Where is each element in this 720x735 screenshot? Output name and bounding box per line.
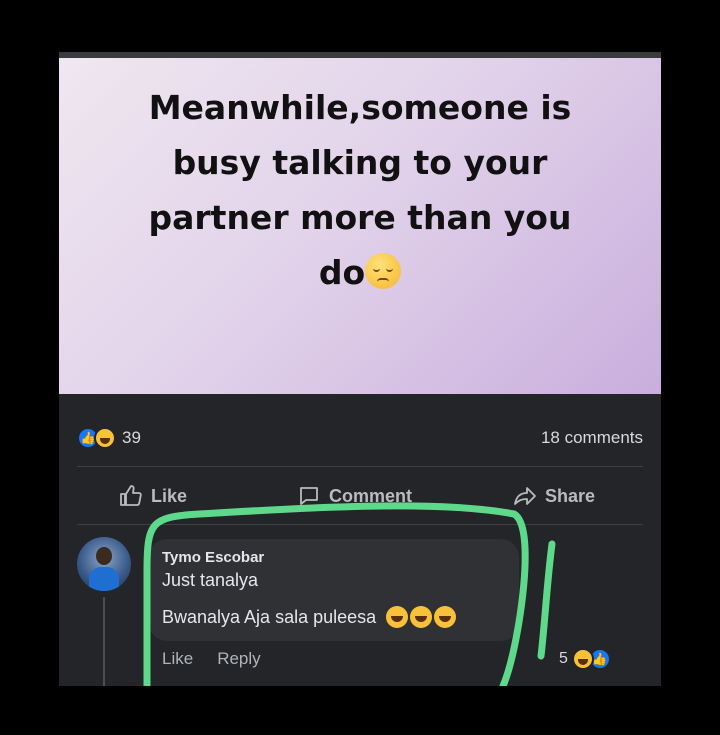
comment-text-line: Just tanalya — [162, 570, 259, 590]
comment-actions: Like Reply — [162, 649, 261, 669]
thumbs-up-icon — [120, 485, 142, 506]
avatar[interactable] — [77, 537, 131, 591]
like-button[interactable]: Like — [119, 484, 187, 508]
post-actions: Like Comment Share — [77, 480, 643, 516]
comments-count[interactable]: 18 comments — [541, 428, 643, 448]
share-icon — [514, 487, 536, 505]
comment-reactions[interactable]: 5 👍 — [559, 648, 611, 670]
like-label: Like — [151, 485, 188, 506]
divider — [77, 524, 643, 525]
laughing-face-icon — [386, 606, 409, 628]
share-button[interactable]: Share — [513, 484, 595, 508]
laughing-face-icon — [410, 606, 433, 628]
comment-label: Comment — [329, 485, 413, 506]
reaction-summary[interactable]: 👍 39 — [77, 427, 141, 449]
comment-text: Bwanalya Aja sala puleesa — [162, 606, 377, 627]
thread-line — [103, 597, 105, 686]
comment-icon — [300, 487, 318, 505]
reaction-count: 39 — [122, 428, 141, 447]
post-stats: 👍 39 18 comments — [77, 425, 643, 453]
comment-author[interactable]: Tymo Escobar — [162, 549, 264, 566]
comment-reaction-count: 5 — [559, 650, 568, 667]
share-label: Share — [545, 485, 596, 506]
comment-button[interactable]: Comment — [297, 484, 412, 508]
post-footer: 👍 39 18 comments Like Comment Share Tymo… — [59, 52, 661, 686]
comment-like-button[interactable]: Like — [162, 649, 193, 669]
comment-text-line: Bwanalya Aja sala puleesa — [162, 606, 457, 628]
haha-icon — [571, 648, 594, 670]
divider — [77, 466, 643, 467]
comment-reply-button[interactable]: Reply — [217, 649, 260, 669]
haha-icon — [94, 427, 116, 449]
laughing-face-icon — [434, 606, 457, 628]
